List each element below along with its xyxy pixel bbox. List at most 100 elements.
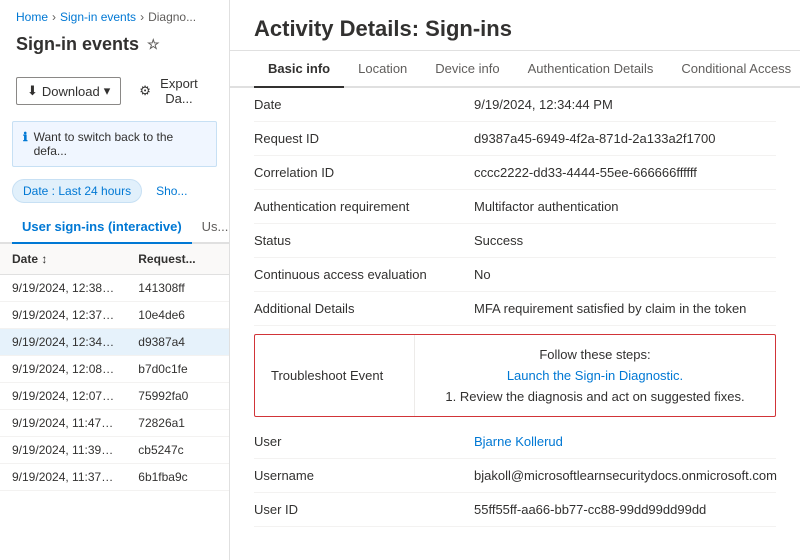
table-row[interactable]: 9/19/2024, 12:34:44 ...d9387a4: [0, 329, 229, 356]
cell-request: 75992fa0: [126, 383, 229, 410]
detail-row: Continuous access evaluationNo: [254, 258, 776, 292]
download-icon: ⬇: [27, 83, 38, 99]
detail-value: MFA requirement satisfied by claim in th…: [474, 301, 776, 316]
troubleshoot-content: Follow these steps: Launch the Sign-in Di…: [415, 335, 775, 416]
detail-value: d9387a45-6949-4f2a-871d-2a133a2f1700: [474, 131, 776, 146]
show-button[interactable]: Sho...: [150, 180, 193, 202]
detail-row: StatusSuccess: [254, 224, 776, 258]
tab-user-signins-interactive[interactable]: User sign-ins (interactive): [12, 211, 192, 244]
table-row[interactable]: 9/19/2024, 11:37:54 ...6b1fba9c: [0, 464, 229, 491]
left-tab-row: User sign-ins (interactive) Us...: [0, 211, 229, 244]
info-icon: ℹ: [23, 130, 28, 158]
detail-tab-conditional-access[interactable]: Conditional Access: [667, 51, 800, 88]
export-label: Export Da...: [155, 76, 203, 106]
download-label: Download: [42, 84, 100, 99]
cell-request: 6b1fba9c: [126, 464, 229, 491]
troubleshoot-label: Troubleshoot Event: [255, 335, 415, 416]
toolbar: ⬇ Download ▾ ⚙ Export Da...: [0, 65, 229, 117]
cell-request: 141308ff: [126, 275, 229, 302]
detail-tab-location[interactable]: Location: [344, 51, 421, 88]
detail-value: Success: [474, 233, 776, 248]
cell-date: 9/19/2024, 12:37:57 ...: [0, 302, 126, 329]
detail-row: UserBjarne Kollerud: [254, 425, 776, 459]
detail-label: Status: [254, 233, 474, 248]
chevron-down-icon: ▾: [104, 83, 111, 99]
follow-steps-text: Follow these steps:: [431, 347, 759, 362]
detail-row: Request IDd9387a45-6949-4f2a-871d-2a133a…: [254, 122, 776, 156]
col-date: Date ↕: [0, 244, 126, 275]
detail-label: User ID: [254, 502, 474, 517]
detail-value: Multifactor authentication: [474, 199, 776, 214]
detail-label: Username: [254, 468, 474, 483]
breadcrumb: Home › Sign-in events › Diagno...: [0, 0, 229, 30]
left-panel: Home › Sign-in events › Diagno... Sign-i…: [0, 0, 230, 560]
table-row[interactable]: 9/19/2024, 12:38:04 ...141308ff: [0, 275, 229, 302]
launch-diagnostic-link[interactable]: Launch the Sign-in Diagnostic.: [431, 368, 759, 383]
table-row[interactable]: 9/19/2024, 11:47:23 ...72826a1: [0, 410, 229, 437]
detail-tabs: Basic info Location Device info Authenti…: [230, 51, 800, 88]
breadcrumb-home[interactable]: Home: [16, 10, 48, 24]
info-banner: ℹ Want to switch back to the defa...: [12, 121, 217, 167]
cell-date: 9/19/2024, 11:39:13 ...: [0, 437, 126, 464]
table-row[interactable]: 9/19/2024, 12:08:05 ...b7d0c1fe: [0, 356, 229, 383]
detail-label: Continuous access evaluation: [254, 267, 474, 282]
cell-request: d9387a4: [126, 329, 229, 356]
detail-row: Usernamebjakoll@microsoftlearnsecuritydo…: [254, 459, 776, 493]
detail-label: Additional Details: [254, 301, 474, 316]
tab-user-signins-other[interactable]: Us...: [192, 211, 230, 244]
export-button[interactable]: ⚙ Export Da...: [129, 71, 213, 111]
detail-row: Authentication requirementMultifactor au…: [254, 190, 776, 224]
cell-date: 9/19/2024, 12:38:04 ...: [0, 275, 126, 302]
table-header-row: Date ↕ Request...: [0, 244, 229, 275]
detail-header: Activity Details: Sign-ins: [230, 0, 800, 51]
detail-tab-auth-details[interactable]: Authentication Details: [514, 51, 668, 88]
pin-icon[interactable]: ☆: [147, 36, 160, 53]
detail-value: 9/19/2024, 12:34:44 PM: [474, 97, 776, 112]
cell-date: 9/19/2024, 12:34:44 ...: [0, 329, 126, 356]
troubleshoot-box: Troubleshoot Event Follow these steps: Lau…: [254, 334, 776, 417]
detail-content: Date9/19/2024, 12:34:44 PMRequest IDd938…: [230, 88, 800, 560]
detail-row: Date9/19/2024, 12:34:44 PM: [254, 88, 776, 122]
cell-request: cb5247c: [126, 437, 229, 464]
troubleshoot-steps: 1. Review the diagnosis and act on sugge…: [431, 389, 759, 404]
detail-label: Correlation ID: [254, 165, 474, 180]
cell-date: 9/19/2024, 11:37:54 ...: [0, 464, 126, 491]
breadcrumb-current: Diagno...: [148, 10, 196, 24]
cell-request: b7d0c1fe: [126, 356, 229, 383]
table-row[interactable]: 9/19/2024, 12:37:57 ...10e4de6: [0, 302, 229, 329]
panel-title: Sign-in events ☆: [0, 30, 229, 65]
download-button[interactable]: ⬇ Download ▾: [16, 77, 121, 105]
col-request: Request...: [126, 244, 229, 275]
detail-label: Request ID: [254, 131, 474, 146]
table-row[interactable]: 9/19/2024, 11:39:13 ...cb5247c: [0, 437, 229, 464]
signins-table: Date ↕ Request... 9/19/2024, 12:38:04 ..…: [0, 244, 229, 491]
signins-table-container: Date ↕ Request... 9/19/2024, 12:38:04 ..…: [0, 244, 229, 560]
cell-request: 10e4de6: [126, 302, 229, 329]
right-panel: Activity Details: Sign-ins Basic info Lo…: [230, 0, 800, 560]
detail-row: Correlation IDcccc2222-dd33-4444-55ee-66…: [254, 156, 776, 190]
detail-value: 55ff55ff-aa66-bb77-cc88-99dd99dd99dd: [474, 502, 776, 517]
detail-row: Additional DetailsMFA requirement satisf…: [254, 292, 776, 326]
cell-date: 9/19/2024, 12:08:05 ...: [0, 356, 126, 383]
date-filter-chip[interactable]: Date : Last 24 hours: [12, 179, 142, 203]
cell-request: 72826a1: [126, 410, 229, 437]
detail-label: User: [254, 434, 474, 449]
detail-label: Date: [254, 97, 474, 112]
detail-tab-basic-info[interactable]: Basic info: [254, 51, 344, 88]
filter-bar: Date : Last 24 hours Sho...: [0, 171, 229, 211]
gear-icon: ⚙: [139, 83, 151, 99]
detail-label: Authentication requirement: [254, 199, 474, 214]
cell-date: 9/19/2024, 12:07:56 ...: [0, 383, 126, 410]
detail-value: bjakoll@microsoftlearnsecuritydocs.onmic…: [474, 468, 777, 483]
detail-value: cccc2222-dd33-4444-55ee-666666ffffff: [474, 165, 776, 180]
breadcrumb-signin-events[interactable]: Sign-in events: [60, 10, 136, 24]
detail-row: User ID55ff55ff-aa66-bb77-cc88-99dd99dd9…: [254, 493, 776, 527]
sort-icon[interactable]: ↕: [41, 252, 47, 266]
detail-value[interactable]: Bjarne Kollerud: [474, 434, 776, 449]
info-text: Want to switch back to the defa...: [34, 130, 206, 158]
panel-title-text: Sign-in events: [16, 34, 139, 55]
table-row[interactable]: 9/19/2024, 12:07:56 ...75992fa0: [0, 383, 229, 410]
detail-tab-device-info[interactable]: Device info: [421, 51, 513, 88]
cell-date: 9/19/2024, 11:47:23 ...: [0, 410, 126, 437]
detail-value: No: [474, 267, 776, 282]
